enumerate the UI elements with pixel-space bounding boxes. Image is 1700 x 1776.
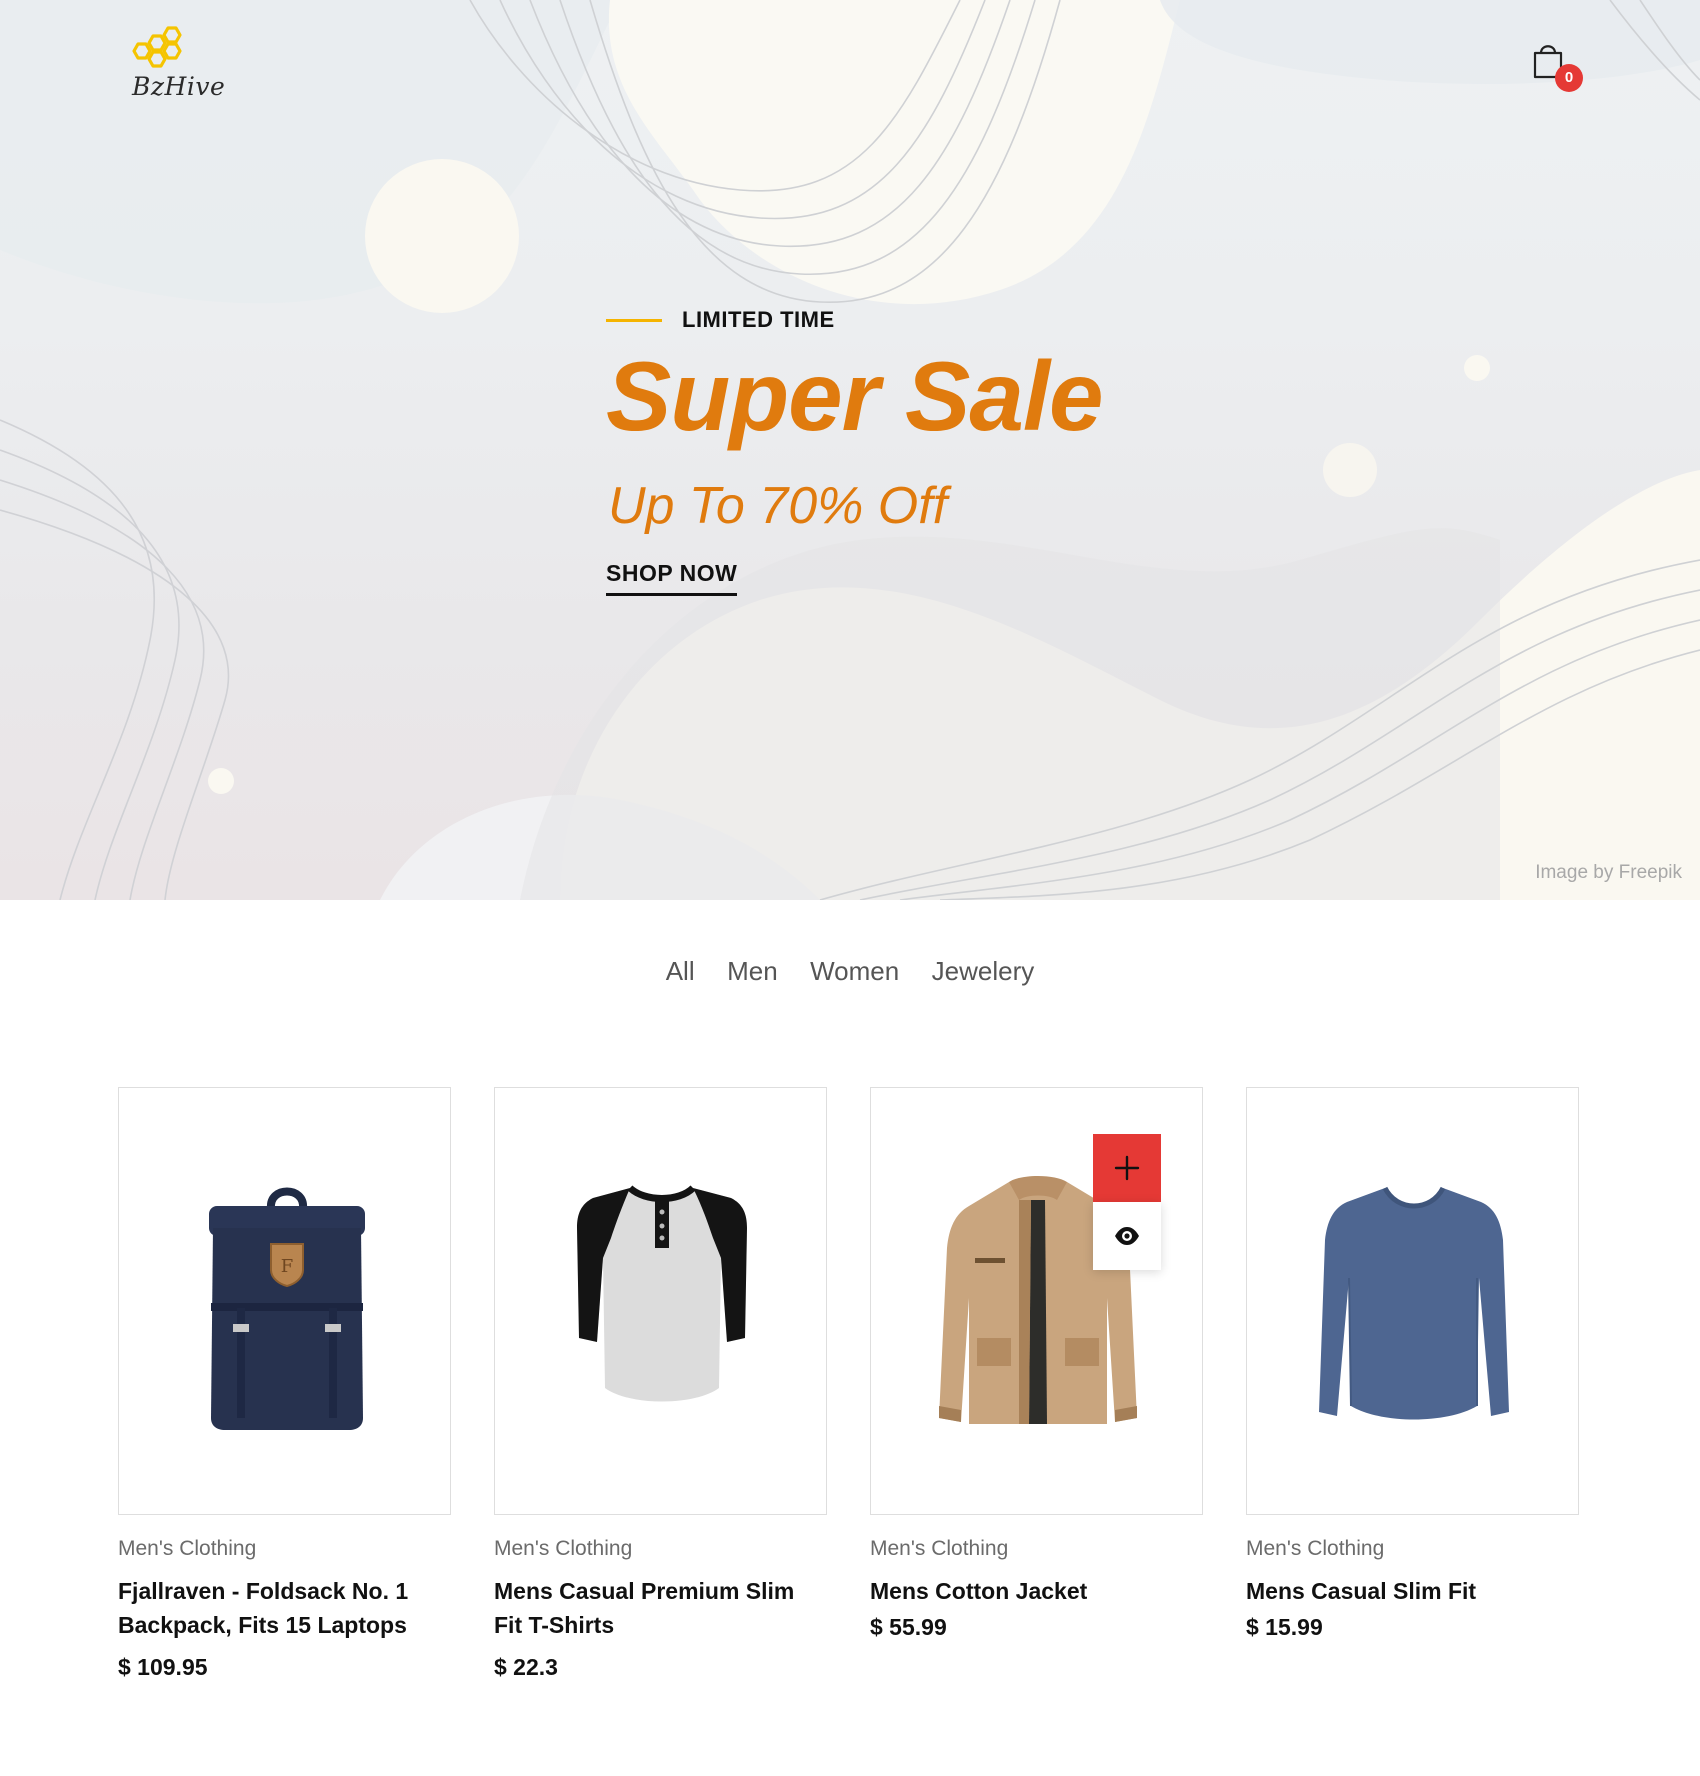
product-title[interactable]: Fjallraven - Foldsack No. 1 Backpack, Fi…	[118, 1574, 451, 1642]
product-title[interactable]: Mens Casual Premium Slim Fit T-Shirts	[494, 1574, 827, 1642]
honeycomb-logo-icon	[132, 26, 182, 68]
logo-text: BzHive	[132, 72, 226, 101]
tab-men[interactable]: Men	[727, 956, 778, 987]
product-category: Men's Clothing	[870, 1537, 1009, 1560]
product-image-frame[interactable]	[1246, 1087, 1579, 1515]
kicker-text: LIMITED TIME	[682, 307, 835, 332]
backpack-icon: F	[209, 1187, 365, 1430]
product-category: Men's Clothing	[118, 1537, 257, 1560]
hero-kicker: LIMITED TIME	[606, 300, 1206, 340]
hero-headline: Super Sale	[606, 341, 1104, 451]
cart-button[interactable]: 0	[1530, 40, 1583, 92]
product-price: $ 55.99	[870, 1614, 947, 1640]
product-image-frame[interactable]	[494, 1087, 827, 1515]
eye-icon	[1115, 1227, 1139, 1245]
plus-icon	[1114, 1155, 1140, 1181]
tab-all[interactable]: All	[666, 956, 695, 987]
hero-banner: BzHive 0 LIMITED TIME Super Sale Up To 7…	[0, 0, 1700, 900]
raglan-tshirt-icon	[577, 1185, 747, 1402]
product-title[interactable]: Mens Casual Slim Fit	[1246, 1574, 1579, 1608]
tab-women[interactable]: Women	[810, 956, 899, 987]
quick-view-button[interactable]	[1093, 1202, 1161, 1270]
product-category: Men's Clothing	[494, 1537, 633, 1560]
tab-jewelery[interactable]: Jewelery	[932, 956, 1035, 987]
category-filter-tabs: All Men Women Jewelery	[0, 956, 1700, 987]
product-image-frame[interactable]: F	[118, 1087, 451, 1515]
longsleeve-shirt-icon	[1319, 1186, 1509, 1420]
product-category: Men's Clothing	[1246, 1537, 1385, 1560]
product-image-frame[interactable]	[870, 1087, 1203, 1515]
kicker-accent-line	[606, 318, 662, 322]
hero-copy: LIMITED TIME Super Sale Up To 70% Off SH…	[606, 300, 1206, 596]
cart-count-badge: 0	[1555, 64, 1583, 92]
product-price: $ 22.3	[494, 1654, 558, 1680]
svg-text:F: F	[281, 1256, 294, 1277]
add-to-cart-button[interactable]	[1093, 1134, 1161, 1202]
product-title[interactable]: Mens Cotton Jacket	[870, 1574, 1203, 1608]
image-credit[interactable]: Image by Freepik	[1535, 862, 1682, 884]
hero-subline: Up To 70% Off	[608, 477, 948, 535]
product-price: $ 109.95	[118, 1654, 208, 1680]
site-logo[interactable]: BzHive	[122, 22, 232, 106]
product-price: $ 15.99	[1246, 1614, 1323, 1640]
shop-now-link[interactable]: SHOP NOW	[606, 560, 738, 596]
